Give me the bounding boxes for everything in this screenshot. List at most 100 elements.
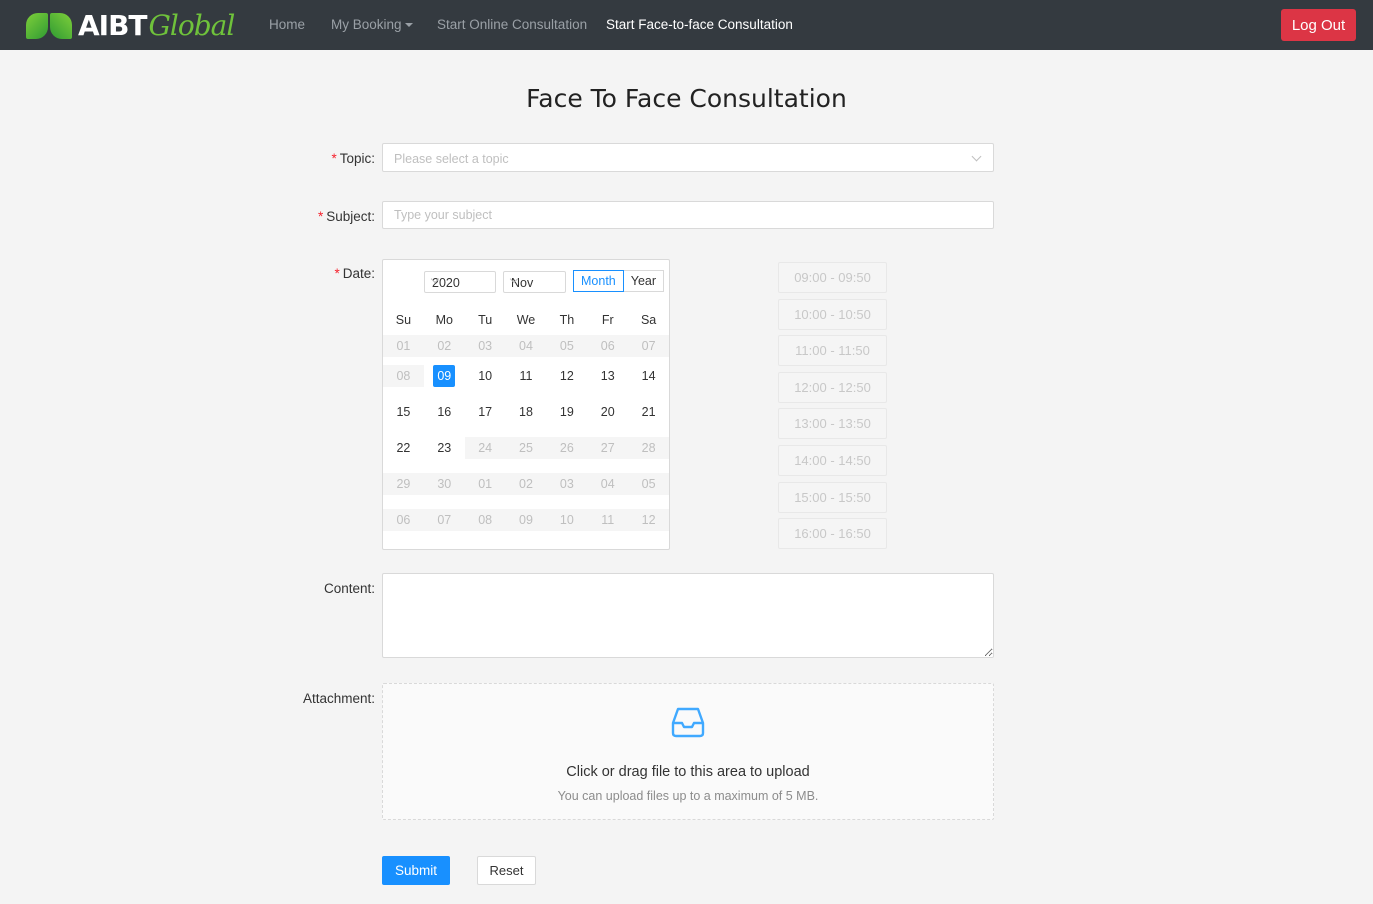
calendar-day[interactable]: 16 [424, 401, 465, 423]
weekday-label: Th [559, 313, 575, 327]
calendar-day: 05 [546, 335, 588, 357]
time-slot-button[interactable]: 11:00 - 11:50 [778, 335, 887, 367]
calendar-day: 01 [464, 473, 506, 495]
time-slot-button[interactable]: 14:00 - 14:50 [778, 445, 887, 476]
calendar-day-number: 15 [396, 405, 411, 419]
date-label-text: Date: [342, 266, 375, 281]
calendar-day: 07 [423, 509, 465, 531]
calendar-day-number: 23 [437, 441, 452, 455]
calendar-day[interactable]: 15 [383, 401, 424, 423]
calendar-day: 05 [628, 473, 670, 495]
calendar-day: 10 [546, 509, 588, 531]
calendar-day: 25 [505, 437, 547, 459]
calendar-day[interactable]: 10 [465, 365, 506, 387]
calendar-day[interactable]: 19 [546, 401, 587, 423]
calendar-week-row: 15 16 17 18 19 20 21 [383, 394, 669, 430]
chevron-down-icon [971, 151, 982, 162]
date-label: * Date: [255, 266, 375, 281]
month-select[interactable]: Nov [503, 271, 566, 293]
required-marker: * [331, 151, 337, 166]
calendar-day-number: 01 [396, 339, 411, 353]
calendar-week-row: 29 30 01 02 03 04 05 [383, 466, 670, 502]
calendar-day: 02 [423, 335, 465, 357]
time-slot-button[interactable]: 13:00 - 13:50 [778, 408, 887, 440]
calendar-day: 07 [628, 335, 670, 357]
calendar-day: 08 [383, 365, 424, 387]
logo-text: AIBT [78, 8, 148, 42]
content-textarea[interactable] [382, 573, 994, 658]
calendar-day[interactable]: 21 [628, 401, 669, 423]
calendar-day[interactable]: 13 [587, 365, 628, 387]
time-slot-button[interactable]: 10:00 - 10:50 [778, 298, 887, 330]
calendar-day[interactable]: 14 [628, 365, 669, 387]
calendar-day-number: 13 [600, 369, 615, 383]
required-marker: * [334, 266, 340, 281]
calendar-day-number: 18 [519, 405, 533, 419]
calendar-week-row: 08 09 10 11 12 13 14 [383, 358, 669, 394]
calendar-day: 06 [383, 509, 424, 531]
nav-start-online-consultation[interactable]: Start Online Consultation [437, 17, 587, 32]
nav-home[interactable]: Home [269, 17, 305, 32]
calendar-day-number: 08 [396, 369, 411, 383]
book-leaf-icon [26, 11, 74, 39]
calendar-day[interactable]: 11 [506, 365, 547, 387]
aibt-global-logo[interactable]: AIBT Global [26, 8, 235, 42]
calendar-day: 04 [505, 335, 547, 357]
weekday-label: Sa [640, 313, 657, 327]
subject-label: * Subject: [255, 209, 375, 224]
calendar-day[interactable]: 17 [465, 401, 506, 423]
weekday-label: We [516, 313, 536, 327]
calendar-day-number: 22 [396, 441, 411, 455]
mode-year-button[interactable]: Year [623, 270, 665, 292]
calendar-day: 04 [587, 473, 629, 495]
calendar-day-number: 09 [519, 513, 533, 527]
logout-button[interactable]: Log Out [1281, 9, 1356, 41]
upload-dragger[interactable]: Click or drag file to this area to uploa… [382, 683, 994, 820]
topic-select[interactable]: Please select a topic [382, 143, 994, 172]
calendar-day: 29 [383, 473, 424, 495]
calendar-day[interactable]: 22 [383, 437, 424, 459]
calendar-day[interactable]: 20 [587, 401, 628, 423]
calendar-week-row: 01 02 03 04 05 06 07 [383, 334, 670, 358]
calendar-day-number: 04 [519, 339, 533, 353]
nav-start-face-to-face-consultation[interactable]: Start Face-to-face Consultation [606, 17, 793, 32]
calendar-day[interactable]: 12 [546, 365, 587, 387]
nav-face-to-face-label: Start Face-to-face Consultation [606, 17, 793, 32]
nav-my-booking[interactable]: My Booking [331, 17, 413, 32]
calendar-day-number: 03 [559, 477, 574, 491]
subject-input[interactable] [382, 201, 994, 229]
calendar-day[interactable]: 23 [424, 437, 465, 459]
submit-button[interactable]: Submit [382, 856, 450, 885]
time-slot-button[interactable]: 12:00 - 12:50 [778, 371, 887, 403]
calendar-day: 24 [464, 437, 506, 459]
reset-button[interactable]: Reset [477, 856, 536, 885]
calendar-day-number: 14 [641, 369, 656, 383]
calendar-day-number: 02 [519, 477, 533, 491]
calendar-day: 08 [464, 509, 506, 531]
calendar-week-row: 22 23 24 25 26 27 28 [383, 430, 670, 466]
calendar-day-number: 10 [559, 513, 574, 527]
topic-placeholder: Please select a topic [394, 152, 509, 166]
mode-month-button[interactable]: Month [573, 270, 624, 292]
calendar-day-number: 24 [478, 441, 493, 455]
year-select[interactable]: 2020 [424, 271, 496, 293]
inbox-icon [671, 707, 705, 738]
nav-home-label: Home [269, 17, 306, 32]
calendar-day-number: 02 [437, 339, 452, 353]
caret-down-icon [404, 23, 413, 28]
weekday-label: Su [395, 313, 412, 327]
calendar-day-selected[interactable]: 09 [424, 365, 465, 387]
calendar-day-number: 16 [437, 405, 452, 419]
calendar-day[interactable]: 18 [506, 401, 547, 423]
time-slot-button[interactable]: 09:00 - 09:50 [778, 262, 887, 293]
calendar-day-number: 19 [559, 405, 574, 419]
calendar-day-number: 29 [396, 477, 411, 491]
calendar-day-number: 12 [641, 513, 656, 527]
calendar-day-number: 05 [559, 339, 574, 353]
time-slot-button[interactable]: 15:00 - 15:50 [778, 481, 887, 513]
calendar-day-number: 06 [396, 513, 411, 527]
calendar-day-number: 28 [641, 441, 656, 455]
calendar-day: 27 [587, 437, 629, 459]
time-slot-button[interactable]: 16:00 - 16:50 [778, 518, 887, 550]
calendar-day-number: 04 [600, 477, 615, 491]
